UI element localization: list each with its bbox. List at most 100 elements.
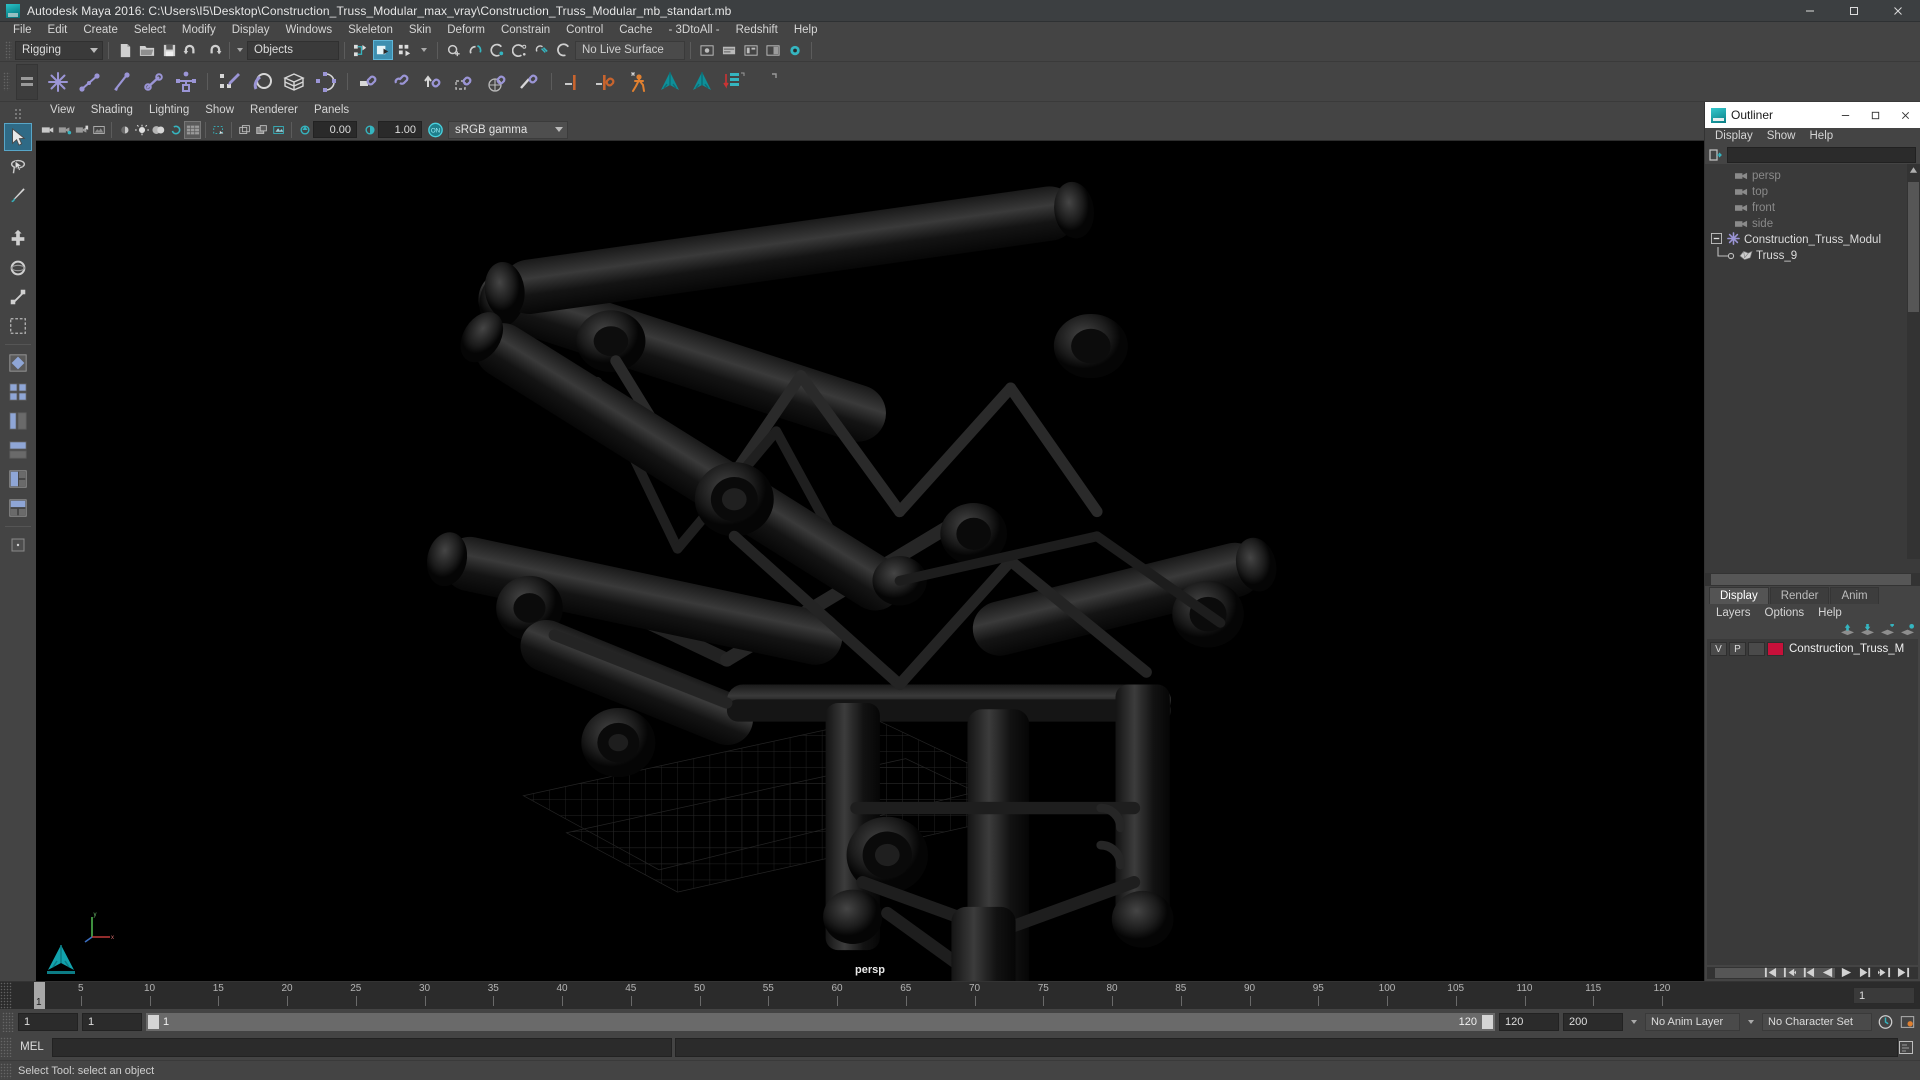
color-management-dropdown[interactable]: sRGB gamma: [448, 120, 568, 139]
cluster-icon[interactable]: [310, 65, 341, 98]
maximize-button[interactable]: [1832, 0, 1876, 22]
viewport-menu-renderer[interactable]: Renderer: [242, 102, 306, 119]
default-light-icon[interactable]: [133, 121, 150, 139]
go-to-start-icon[interactable]: [1761, 963, 1779, 981]
layer-list[interactable]: V P Construction_Truss_M: [1707, 639, 1918, 965]
select-tool-button[interactable]: [4, 123, 32, 151]
select-camera-icon[interactable]: [39, 121, 56, 139]
make-live-icon[interactable]: [554, 40, 574, 60]
move-layer-up-icon[interactable]: [1839, 623, 1856, 638]
animation-preferences-icon[interactable]: [1898, 1013, 1916, 1031]
undo-icon[interactable]: [181, 40, 201, 60]
open-scene-icon[interactable]: [137, 40, 157, 60]
tab-display[interactable]: Display: [1709, 587, 1769, 604]
layer-name[interactable]: Construction_Truss_M: [1789, 643, 1904, 655]
step-back-frame-icon[interactable]: [1799, 963, 1817, 981]
outliner-close-button[interactable]: [1890, 102, 1920, 128]
snap-to-grid-icon[interactable]: [444, 40, 464, 60]
snap-to-curve-icon[interactable]: [466, 40, 486, 60]
select-mask-chevron-icon[interactable]: [421, 48, 427, 52]
time-slider[interactable]: 1 5 10 15 20 25 30 35 40 45 50 55 60 65 70 75 80 85 90 95 1…: [0, 981, 1920, 1009]
menu-control[interactable]: Control: [558, 22, 611, 39]
script-editor-icon[interactable]: [1896, 1038, 1916, 1057]
outliner-item-truss9[interactable]: Truss_9: [1705, 246, 1920, 264]
menu-windows[interactable]: Windows: [277, 22, 340, 39]
four-view-layout-button[interactable]: [4, 378, 32, 406]
menu-display[interactable]: Display: [224, 22, 278, 39]
persp-hypershade-layout-button[interactable]: [4, 465, 32, 493]
playback-options-chevron-icon[interactable]: [1631, 1019, 1637, 1024]
ik-spline-handle-icon[interactable]: [106, 65, 137, 98]
layer-state-toggle[interactable]: [1748, 642, 1765, 656]
paint-select-tool-button[interactable]: [4, 181, 32, 209]
smooth-shade-icon[interactable]: [253, 121, 270, 139]
menu-cache[interactable]: Cache: [611, 22, 660, 39]
range-slider[interactable]: 1 120: [146, 1012, 1495, 1031]
connect-joint-icon[interactable]: [590, 65, 621, 98]
paint-skin-weights-icon[interactable]: [214, 65, 245, 98]
step-forward-key-icon[interactable]: [1875, 963, 1893, 981]
new-layer-icon[interactable]: [1879, 623, 1896, 638]
outliner-search-input[interactable]: [1727, 146, 1916, 163]
command-language-label[interactable]: MEL: [15, 1041, 49, 1053]
smooth-bind-icon[interactable]: [246, 65, 277, 98]
outliner-item-persp[interactable]: persp: [1705, 168, 1920, 184]
outliner-item-front[interactable]: front: [1705, 200, 1920, 216]
snap-to-point-icon[interactable]: [488, 40, 508, 60]
scrollbar-thumb[interactable]: [1908, 182, 1919, 312]
viewport-menu-shading[interactable]: Shading: [83, 102, 141, 119]
aim-constraint-icon[interactable]: [482, 65, 513, 98]
play-backwards-icon[interactable]: [1818, 963, 1836, 981]
deformation-order-icon[interactable]: [718, 65, 749, 98]
exposure-field[interactable]: 0.00: [313, 121, 357, 138]
viewport-menu-lighting[interactable]: Lighting: [141, 102, 197, 119]
lattice-icon[interactable]: [278, 65, 309, 98]
outliner-item-side[interactable]: side: [1705, 216, 1920, 232]
toolbox-grip[interactable]: [4, 106, 32, 122]
outliner-vertical-scrollbar[interactable]: [1907, 164, 1920, 559]
outliner-item-top[interactable]: top: [1705, 184, 1920, 200]
close-button[interactable]: [1876, 0, 1920, 22]
scrollbar-thumb[interactable]: [1711, 574, 1911, 585]
anim-layer-chevron-icon[interactable]: [1748, 1019, 1754, 1024]
step-forward-frame-icon[interactable]: [1856, 963, 1874, 981]
current-frame-field[interactable]: 1: [1853, 987, 1915, 1004]
human-ik-2-icon[interactable]: [686, 65, 717, 98]
menu-skin[interactable]: Skin: [401, 22, 439, 39]
image-plane-icon[interactable]: [90, 121, 107, 139]
command-line-grip[interactable]: [0, 1037, 12, 1057]
layer-menu-layers[interactable]: Layers: [1709, 607, 1758, 619]
new-layer-from-selected-icon[interactable]: [1899, 623, 1916, 638]
menu-create[interactable]: Create: [75, 22, 126, 39]
layer-menu-help[interactable]: Help: [1811, 607, 1849, 619]
last-tool-used-button[interactable]: [4, 312, 32, 340]
more-shelf-icon[interactable]: [750, 65, 781, 98]
command-input[interactable]: [52, 1037, 672, 1057]
parent-constraint-icon[interactable]: [354, 65, 385, 98]
ik-rp-solver-icon[interactable]: [170, 65, 201, 98]
range-slider-grip[interactable]: [2, 1011, 14, 1032]
menu-modify[interactable]: Modify: [174, 22, 224, 39]
persp-graph-layout-button[interactable]: [4, 436, 32, 464]
outliner-tree[interactable]: persp top front side Construction_Truss_…: [1705, 164, 1920, 573]
two-sided-lighting-icon[interactable]: [116, 121, 133, 139]
persp-outliner-layout-button[interactable]: [4, 407, 32, 435]
shelf-grip[interactable]: [3, 72, 10, 91]
snap-to-view-plane-icon[interactable]: [532, 40, 552, 60]
insert-joint-icon[interactable]: [138, 65, 169, 98]
scale-constraint-icon[interactable]: [450, 65, 481, 98]
rotate-tool-button[interactable]: [4, 254, 32, 282]
menu-deform[interactable]: Deform: [439, 22, 493, 39]
minimize-button[interactable]: [1788, 0, 1832, 22]
perspective-viewport[interactable]: y x persp: [36, 141, 1704, 981]
layer-playback-toggle[interactable]: P: [1729, 642, 1746, 656]
time-slider-playhead[interactable]: 1: [34, 982, 45, 1009]
scale-tool-button[interactable]: [4, 283, 32, 311]
redo-icon[interactable]: [203, 40, 223, 60]
select-by-component-icon[interactable]: [395, 40, 415, 60]
scroll-up-icon[interactable]: [1907, 164, 1920, 176]
range-handle-start[interactable]: [148, 1014, 159, 1029]
playback-end-field[interactable]: 120: [1499, 1012, 1559, 1031]
anim-start-field[interactable]: 1: [18, 1012, 78, 1031]
character-set-dropdown[interactable]: No Character Set: [1762, 1012, 1872, 1031]
